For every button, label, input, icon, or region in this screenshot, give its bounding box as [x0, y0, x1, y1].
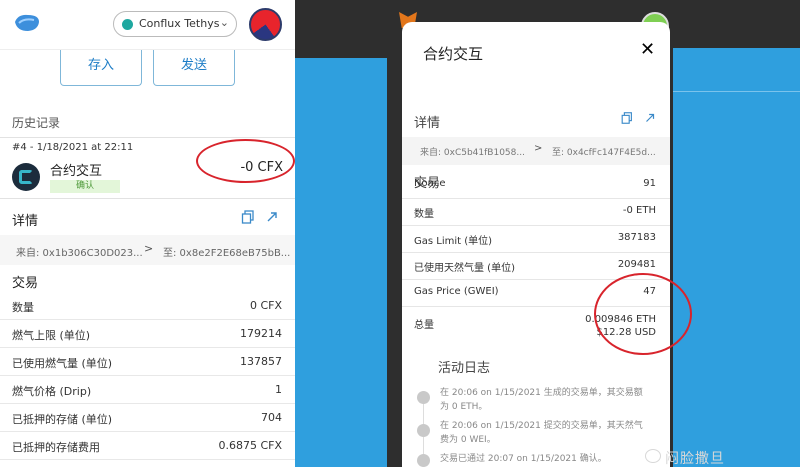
from-address[interactable]: 来自: 0xC5b41fB1058...: [420, 145, 525, 158]
close-icon[interactable]: ✕: [640, 39, 655, 60]
watermark: 闷脸撒旦: [665, 451, 725, 467]
fluent-logo-icon: [15, 14, 39, 31]
table-row: Nonce 91: [402, 173, 670, 199]
status-badge: 确认: [50, 180, 120, 193]
copy-icon[interactable]: [240, 209, 256, 225]
chevron-right-icon: >: [144, 242, 154, 255]
row-key: 已抵押的存储费用: [12, 441, 100, 454]
table-row: 已抵押的存储 (单位) 704: [0, 404, 295, 432]
row-value: 0.6875 CFX: [218, 439, 282, 452]
table-row: 已使用燃气量 (单位) 137857: [0, 348, 295, 376]
log-line: 交易已通过 20:07 on 1/15/2021 确认。: [440, 454, 607, 464]
row-key: Gas Price (GWEI): [414, 286, 499, 297]
background-blue: [673, 48, 800, 467]
timeline-arrow-icon: [417, 424, 430, 437]
table-row: 已抵押的存储费用 0.6875 CFX: [0, 432, 295, 460]
highlight-circle-annotation: [594, 273, 692, 355]
chevron-right-icon: >: [534, 143, 543, 154]
action-buttons: 存入 发送: [0, 50, 295, 94]
modal-title: 合约交互: [423, 45, 484, 63]
transaction-heading: 交易: [12, 276, 39, 291]
row-key: 已使用燃气量 (单位): [12, 357, 113, 370]
history-heading: 历史记录: [12, 116, 61, 130]
divider: [0, 198, 295, 199]
from-address[interactable]: 来自: 0x1b306C30D023...: [16, 244, 143, 259]
row-key: 已使用天然气量 (单位): [414, 263, 515, 274]
copy-icon[interactable]: [620, 111, 634, 125]
table-row: 数量 0 CFX: [0, 292, 295, 320]
table-row: 燃气价格 (Drip) 1: [0, 376, 295, 404]
row-key: 总量: [414, 320, 434, 331]
timeline-add-icon: [417, 391, 430, 404]
timeline-check-icon: [417, 454, 430, 467]
log-entry: 交易已通过 20:07 on 1/15/2021 确认。: [440, 452, 670, 466]
table-row: 数量 -0 ETH: [402, 199, 670, 226]
send-button[interactable]: 发送: [153, 50, 235, 86]
address-row: 来自: 0x1b306C30D023... > 至: 0x8e2F2E68eB7…: [0, 235, 295, 265]
row-value: 137857: [240, 355, 282, 368]
external-link-icon[interactable]: [264, 209, 280, 225]
network-status-dot: [122, 19, 133, 30]
transaction-modal: 合约交互 ✕ 详情 来自: 0xC5b41fB1058... > 至: 0x4c…: [402, 22, 692, 467]
background-blue: [295, 58, 387, 467]
row-value: 91: [643, 178, 656, 189]
highlight-circle-annotation: [196, 139, 295, 183]
table-row: Gas Limit (单位) 387183: [402, 226, 670, 253]
background-strip: [673, 48, 800, 92]
screenshot-composite: Conflux Tethys ⌄ 存入 发送 历史记录 #4 - 1/18/20…: [0, 0, 800, 467]
row-key: 燃气价格 (Drip): [12, 385, 92, 398]
deposit-button[interactable]: 存入: [60, 50, 142, 86]
log-line: 为 0 ETH。: [440, 402, 488, 412]
account-avatar[interactable]: [249, 8, 282, 41]
to-address[interactable]: 至: 0x8e2F2E68eB75bB...: [163, 244, 290, 259]
row-key: Nonce: [414, 178, 446, 189]
row-key: 燃气上限 (单位): [12, 329, 91, 342]
external-link-icon[interactable]: [643, 111, 657, 125]
tx-meta: #4 - 1/18/2021 at 22:11: [12, 142, 134, 153]
row-value: 179214: [240, 327, 282, 340]
row-value: 387183: [617, 232, 656, 243]
activity-log-heading: 活动日志: [438, 361, 491, 376]
row-key: 已抵押的存储 (单位): [12, 413, 113, 426]
contract-icon: [12, 163, 40, 191]
details-heading: 详情: [12, 214, 39, 229]
row-key: 数量: [414, 209, 434, 220]
details-heading: 详情: [414, 116, 441, 131]
row-value: 1: [275, 383, 282, 396]
chevron-down-icon: ⌄: [219, 16, 229, 29]
row-value: 704: [261, 411, 282, 424]
log-entry: 在 20:06 on 1/15/2021 提交的交易单，其天然气 费为 0 WE…: [440, 419, 670, 447]
address-row: 来自: 0xC5b41fB1058... > 至: 0x4cfFc147F4E5…: [402, 137, 670, 165]
tx-title[interactable]: 合约交互: [50, 160, 102, 179]
row-key: Gas Limit (单位): [414, 236, 493, 247]
row-value: -0 ETH: [622, 205, 656, 216]
table-row: 燃气上限 (单位) 179214: [0, 320, 295, 348]
wallet-header: Conflux Tethys ⌄: [0, 0, 295, 50]
transaction-table: 数量 0 CFX 燃气上限 (单位) 179214 已使用燃气量 (单位) 13785…: [0, 292, 295, 460]
row-value: 209481: [617, 259, 656, 270]
wechat-icon: [645, 449, 661, 463]
log-entry: 在 20:06 on 1/15/2021 生成的交易单，其交易额 为 0 ETH…: [440, 386, 670, 414]
log-line: 在 20:06 on 1/15/2021 生成的交易单，其交易额: [440, 388, 643, 398]
network-selector[interactable]: Conflux Tethys ⌄: [113, 11, 237, 37]
divider: [0, 137, 295, 138]
metamask-panel: 合约交互 ✕ 详情 来自: 0xC5b41fB1058... > 至: 0x4c…: [387, 0, 800, 467]
conflux-wallet-panel: Conflux Tethys ⌄ 存入 发送 历史记录 #4 - 1/18/20…: [0, 0, 295, 467]
row-value: 0 CFX: [249, 299, 282, 312]
log-line: 在 20:06 on 1/15/2021 提交的交易单，其天然气: [440, 421, 643, 431]
row-key: 数量: [12, 301, 34, 314]
log-line: 费为 0 WEI。: [440, 435, 496, 445]
network-label: Conflux Tethys: [139, 17, 220, 30]
to-address[interactable]: 至: 0x4cfFc147F4E5d...: [552, 145, 656, 158]
